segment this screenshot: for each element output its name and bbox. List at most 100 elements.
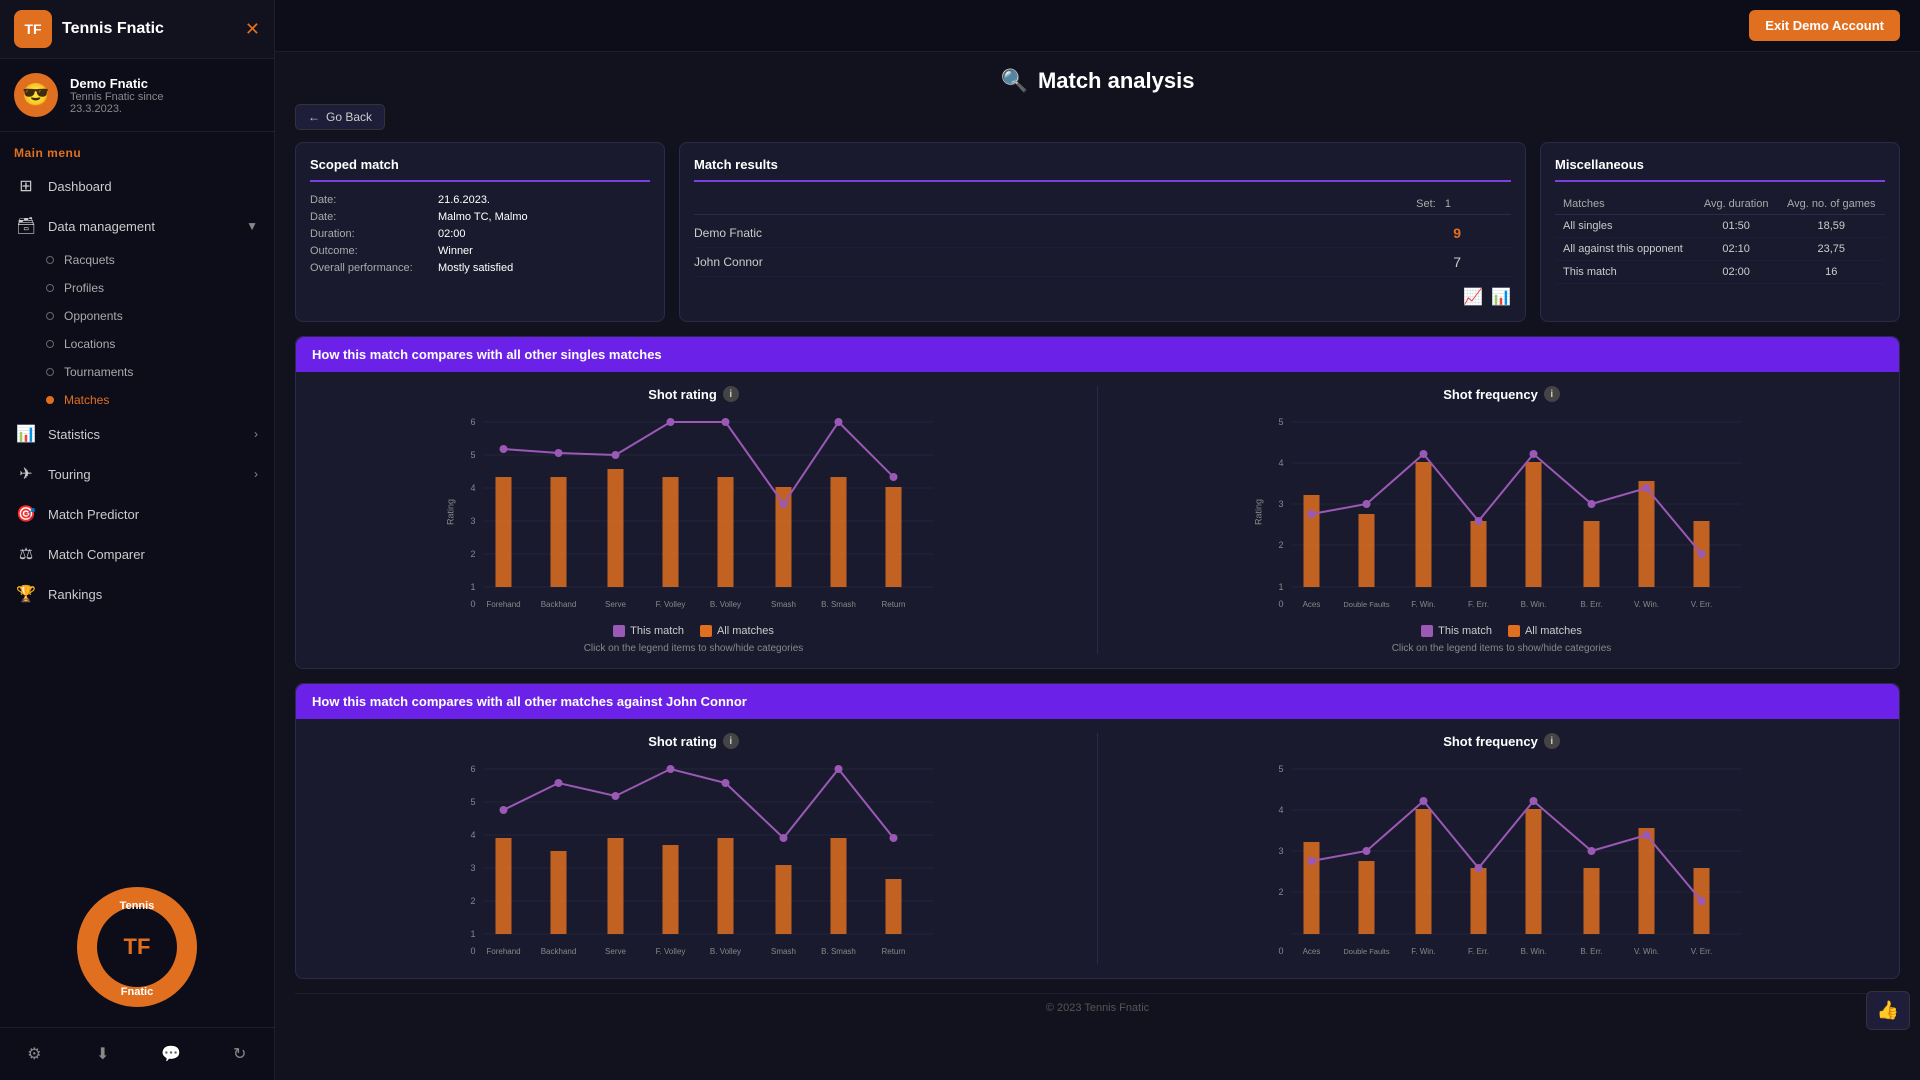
go-back-button[interactable]: ← Go Back <box>295 104 385 130</box>
shot-frequency-svg: 5 4 3 2 1 0 Rating <box>1118 412 1885 612</box>
info-icon[interactable]: i <box>1544 386 1560 402</box>
info-icon[interactable]: i <box>723 733 739 749</box>
user-date: 23.3.2023. <box>70 103 164 115</box>
sub-dot <box>46 256 54 264</box>
sidebar-brand-logo: TF Tennis Fnatic <box>0 877 274 1017</box>
svg-text:Serve: Serve <box>605 947 626 956</box>
sidebar-item-statistics[interactable]: 📊 Statistics › <box>0 414 274 454</box>
sidebar-item-match-comparer[interactable]: ⚖ Match Comparer <box>0 534 274 574</box>
shot-rating-area-2: 6 5 4 3 2 1 0 <box>310 759 1077 964</box>
results-header: Set: 1 <box>694 194 1511 215</box>
player-score: 9 <box>1453 225 1511 241</box>
sub-item-label: Matches <box>64 393 109 407</box>
svg-text:F. Err.: F. Err. <box>1468 600 1489 609</box>
main-content: Exit Demo Account 🔍 Match analysis ← Go … <box>275 0 1920 1080</box>
chart-legend-2: This match All matches <box>1118 625 1885 637</box>
svg-text:0: 0 <box>1278 946 1283 956</box>
sub-dot <box>46 340 54 348</box>
sidebar-item-match-predictor[interactable]: 🎯 Match Predictor <box>0 494 274 534</box>
sidebar-item-rankings[interactable]: 🏆 Rankings <box>0 574 274 614</box>
legend-this-match[interactable]: This match <box>613 625 684 637</box>
svg-text:Smash: Smash <box>771 600 796 609</box>
chat-button[interactable]: 💬 <box>137 1036 206 1072</box>
refresh-button[interactable]: ↻ <box>206 1036 275 1072</box>
svg-text:V. Err.: V. Err. <box>1691 600 1713 609</box>
svg-text:Backhand: Backhand <box>541 947 577 956</box>
match-analysis-icon: 🔍 <box>1001 68 1028 94</box>
topbar: Exit Demo Account <box>275 0 1920 52</box>
like-button[interactable]: 👍 <box>1866 991 1910 1030</box>
import-button[interactable]: ⬇ <box>69 1036 138 1072</box>
col-header-matches: Matches <box>1555 194 1695 215</box>
exit-demo-button[interactable]: Exit Demo Account <box>1749 10 1900 41</box>
svg-text:3: 3 <box>470 863 475 873</box>
bar-chart-icon[interactable]: 📊 <box>1491 287 1511 307</box>
avatar: 😎 <box>14 73 58 117</box>
sub-item-label: Racquets <box>64 253 115 267</box>
sidebar-sub-tournaments[interactable]: Tournaments <box>0 358 274 386</box>
row-games: 23,75 <box>1778 238 1885 261</box>
misc-card: Miscellaneous Matches Avg. duration Avg.… <box>1540 142 1900 322</box>
chart-note: Click on the legend items to show/hide c… <box>1118 643 1885 654</box>
svg-text:2: 2 <box>470 896 475 906</box>
user-section: 😎 Demo Fnatic Tennis Fnatic since 23.3.2… <box>0 59 274 132</box>
svg-text:B. Err.: B. Err. <box>1580 947 1602 956</box>
shot-rating-chart: Shot rating i 6 <box>310 386 1098 654</box>
sidebar-item-dashboard[interactable]: ⊞ Dashboard <box>0 166 274 206</box>
close-icon[interactable]: ✕ <box>245 19 260 40</box>
sub-item-label: Opponents <box>64 309 123 323</box>
row-label: All against this opponent <box>1555 238 1695 261</box>
shot-rating-svg: 6 5 4 3 2 1 0 Rating <box>310 412 1077 612</box>
sidebar-item-touring[interactable]: ✈ Touring › <box>0 454 274 494</box>
svg-text:6: 6 <box>470 764 475 774</box>
svg-text:Serve: Serve <box>605 600 626 609</box>
sub-dot-active <box>46 396 54 404</box>
app-logo[interactable]: TF <box>14 10 52 48</box>
sidebar-sub-locations[interactable]: Locations <box>0 330 274 358</box>
svg-text:B. Smash: B. Smash <box>821 947 856 956</box>
svg-text:Aces: Aces <box>1303 947 1321 956</box>
svg-text:1: 1 <box>470 582 475 592</box>
row-label: All singles <box>1555 215 1695 238</box>
chart-icon[interactable]: 📈 <box>1463 287 1483 307</box>
shot-frequency-chart: Shot frequency i 5 4 <box>1098 386 1885 654</box>
row-games: 18,59 <box>1778 215 1885 238</box>
sidebar-sub-profiles[interactable]: Profiles <box>0 274 274 302</box>
svg-text:5: 5 <box>470 450 475 460</box>
chart-legend-1: This match All matches <box>310 625 1077 637</box>
sidebar-sub-racquets[interactable]: Racquets <box>0 246 274 274</box>
legend-all-matches[interactable]: All matches <box>700 625 774 637</box>
chevron-right-icon: › <box>254 427 258 441</box>
settings-button[interactable]: ⚙ <box>0 1036 69 1072</box>
sidebar: TF Tennis Fnatic ✕ 😎 Demo Fnatic Tennis … <box>0 0 275 1080</box>
svg-text:4: 4 <box>470 830 475 840</box>
legend-this-match[interactable]: This match <box>1421 625 1492 637</box>
table-row: This match 02:00 16 <box>1555 261 1885 284</box>
info-row: Outcome: Winner <box>310 245 650 257</box>
legend-all-matches[interactable]: All matches <box>1508 625 1582 637</box>
svg-text:1: 1 <box>470 929 475 939</box>
svg-text:3: 3 <box>470 516 475 526</box>
shot-rating-subtitle-2: Shot rating i <box>310 733 1077 749</box>
chart-section-2-title: How this match compares with all other m… <box>296 684 1899 719</box>
shot-frequency-area-2: 5 4 3 2 0 <box>1118 759 1885 964</box>
shot-frequency-svg-2: 5 4 3 2 0 <box>1118 759 1885 959</box>
info-icon[interactable]: i <box>1544 733 1560 749</box>
info-icon[interactable]: i <box>723 386 739 402</box>
svg-text:Return: Return <box>881 600 905 609</box>
sidebar-sub-opponents[interactable]: Opponents <box>0 302 274 330</box>
svg-text:4: 4 <box>470 483 475 493</box>
brand-circle: TF Tennis Fnatic <box>77 887 197 1007</box>
sidebar-item-data-management[interactable]: 🗃 Data management ▼ <box>0 206 274 246</box>
sidebar-sub-matches[interactable]: Matches <box>0 386 274 414</box>
page-footer: © 2023 Tennis Fnatic <box>295 993 1900 1022</box>
player-name: John Connor <box>694 255 763 269</box>
sidebar-item-label: Rankings <box>48 587 102 602</box>
sub-dot <box>46 312 54 320</box>
row-games: 16 <box>1778 261 1885 284</box>
player-score2: 7 <box>1453 254 1511 270</box>
scoped-match-card: Scoped match Date: 21.6.2023. Date: Malm… <box>295 142 665 322</box>
svg-text:3: 3 <box>1278 499 1283 509</box>
svg-text:V. Win.: V. Win. <box>1634 947 1659 956</box>
svg-text:B. Err.: B. Err. <box>1580 600 1602 609</box>
